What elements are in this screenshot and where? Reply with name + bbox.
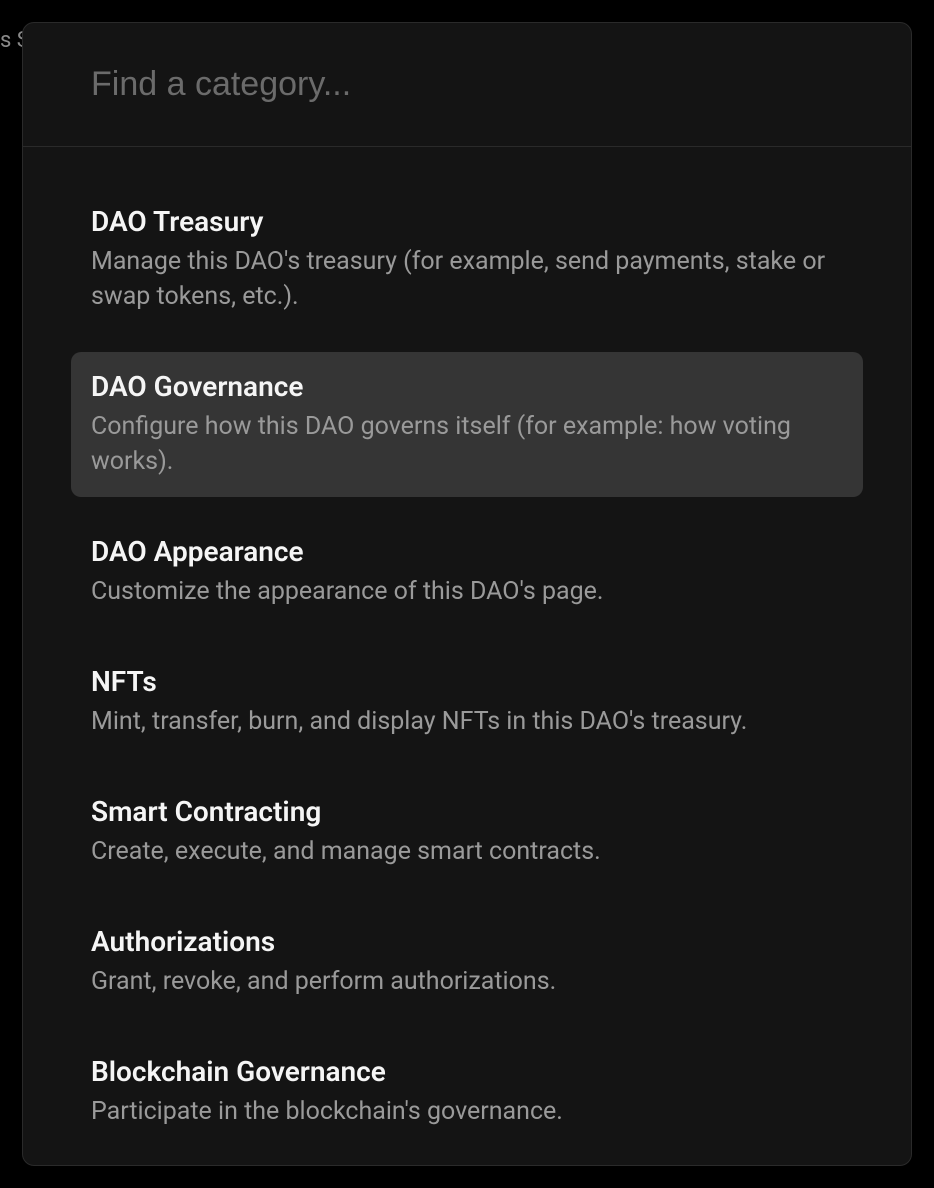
category-list: DAO Treasury Manage this DAO's treasury (… [23,147,911,1165]
category-description: Customize the appearance of this DAO's p… [91,574,843,609]
category-description: Create, execute, and manage smart contra… [91,834,843,869]
category-title: DAO Governance [91,370,843,403]
category-title: Authorizations [91,925,843,958]
category-item[interactable]: Authorizations Grant, revoke, and perform… [71,907,863,1017]
category-picker-modal: DAO Treasury Manage this DAO's treasury (… [22,22,912,1166]
category-title: DAO Treasury [91,205,843,238]
category-description: Manage this DAO's treasury (for example,… [91,244,843,314]
search-input[interactable] [23,23,911,146]
category-item[interactable]: Smart Contracting Create, execute, and ma… [71,777,863,887]
category-description: Grant, revoke, and perform authorization… [91,964,843,999]
category-item[interactable]: DAO Appearance Customize the appearance o… [71,517,863,627]
search-container [23,23,911,147]
category-item[interactable]: NFTs Mint, transfer, burn, and display NF… [71,647,863,757]
category-description: Mint, transfer, burn, and display NFTs i… [91,704,843,739]
category-item[interactable]: DAO Governance Configure how this DAO gov… [71,352,863,497]
category-item[interactable]: DAO Treasury Manage this DAO's treasury (… [71,187,863,332]
category-title: Smart Contracting [91,795,843,828]
category-item[interactable]: Blockchain Governance Participate in the … [71,1037,863,1147]
category-description: Configure how this DAO governs itself (f… [91,409,843,479]
category-title: NFTs [91,665,843,698]
category-title: Blockchain Governance [91,1055,843,1088]
category-description: Participate in the blockchain's governan… [91,1094,843,1129]
category-title: DAO Appearance [91,535,843,568]
